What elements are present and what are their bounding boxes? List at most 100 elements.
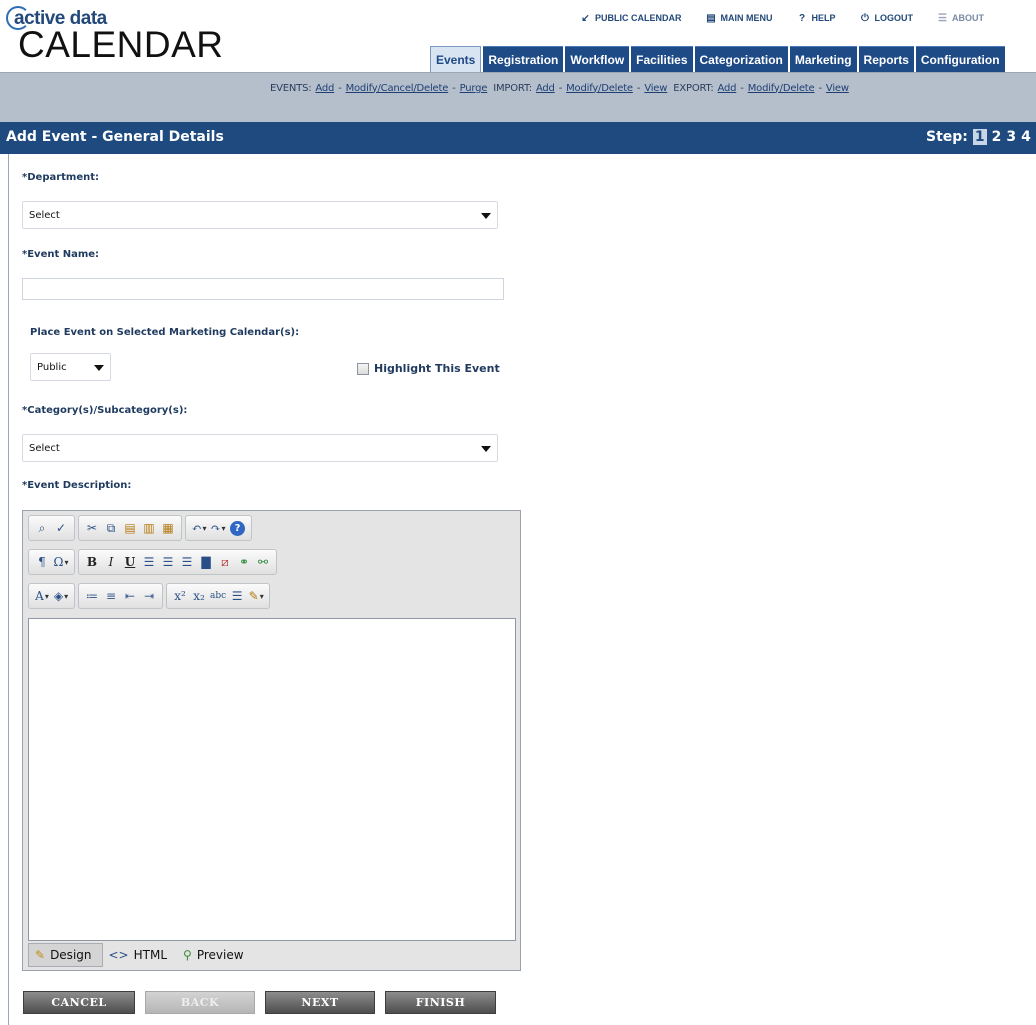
next-button[interactable]: NEXT <box>265 991 375 1014</box>
help-icon[interactable]: ? <box>230 520 245 536</box>
toolbar-group: ↶ ↷ ? <box>185 515 252 541</box>
highlight-color-icon[interactable]: ◈ <box>52 586 70 606</box>
toolbar-group: ≔ ≡ ⇤ ⇥ <box>78 583 163 609</box>
preview-mode-tab[interactable]: ⚲ Preview <box>177 943 254 967</box>
link-icon[interactable]: ⚭ <box>235 552 253 572</box>
indent-icon[interactable]: ⇥ <box>140 586 158 606</box>
subnav-links: EVENTS: Add - Modify/Cancel/Delete - Pur… <box>270 80 849 96</box>
bullet-list-icon[interactable]: ≡ <box>102 586 120 606</box>
redo-icon[interactable]: ↷ <box>209 518 227 538</box>
toolbar-group: ¶ Ω <box>28 549 75 575</box>
step-4[interactable]: 4 <box>1021 129 1031 145</box>
separator: - <box>818 82 822 94</box>
step-3[interactable]: 3 <box>1006 129 1016 145</box>
copy-icon[interactable]: ⧉ <box>102 518 120 538</box>
html-mode-tab[interactable]: <> HTML <box>103 943 178 967</box>
symbol-icon[interactable]: Ω <box>52 552 70 572</box>
highlight-event-checkbox[interactable]: Highlight This Event <box>357 362 500 375</box>
paste-word-icon[interactable]: ▦ <box>159 518 177 538</box>
import-view-link[interactable]: View <box>644 83 667 94</box>
tab-reports[interactable]: Reports <box>858 46 914 72</box>
export-modify-link[interactable]: Modify/Delete <box>748 83 815 94</box>
editor-content-area[interactable] <box>28 618 516 941</box>
tab-categorization[interactable]: Categorization <box>694 46 788 72</box>
toolbar-group: B I U ☰ ☰ ☰ ▇ ⧄ ⚭ ⚯ <box>78 549 277 575</box>
bold-icon[interactable]: B <box>83 552 101 572</box>
superscript-icon[interactable]: x² <box>171 586 189 606</box>
cut-icon[interactable]: ✂ <box>83 518 101 538</box>
justify-icon[interactable]: ▇ <box>197 552 215 572</box>
step-indicator: Step: 1 2 3 4 <box>926 129 1031 145</box>
undo-icon[interactable]: ↶ <box>190 518 208 538</box>
tab-marketing[interactable]: Marketing <box>789 46 857 72</box>
separator: - <box>558 82 563 94</box>
italic-icon[interactable]: I <box>102 552 120 572</box>
finish-button[interactable]: FINISH <box>385 991 496 1014</box>
logo-wordmark: CALENDAR <box>18 24 224 65</box>
outdent-icon[interactable]: ⇤ <box>121 586 139 606</box>
spellcheck-icon[interactable]: ✓ <box>52 518 70 538</box>
find-icon[interactable]: ⌕ <box>33 518 51 538</box>
public-calendar-link[interactable]: ↙ PUBLIC CALENDAR <box>580 12 681 24</box>
format-painter-icon[interactable]: ✎ <box>247 586 265 606</box>
strikethrough-icon[interactable]: abc <box>209 586 227 606</box>
paragraph-icon[interactable]: ¶ <box>33 552 51 572</box>
toolbar-group: x² x₂ abc ☰ ✎ <box>166 583 271 609</box>
import-modify-link[interactable]: Modify/Delete <box>566 83 633 94</box>
department-label: *Department: <box>22 172 100 183</box>
cancel-button[interactable]: CANCEL <box>23 991 135 1014</box>
import-add-link[interactable]: Add <box>536 83 555 94</box>
import-group-label: IMPORT: <box>493 82 532 94</box>
step-2[interactable]: 2 <box>992 129 1002 145</box>
event-name-input[interactable] <box>22 278 504 300</box>
checkbox-box[interactable] <box>357 362 369 375</box>
help-link[interactable]: ? HELP <box>797 13 836 24</box>
tab-configuration[interactable]: Configuration <box>915 46 1005 72</box>
menu-icon: ▤ <box>706 12 716 24</box>
step-label: Step: <box>926 129 968 145</box>
department-select[interactable]: Select <box>22 201 498 229</box>
events-group-label: EVENTS: <box>270 82 312 94</box>
export-group-label: EXPORT: <box>673 82 714 94</box>
export-view-link[interactable]: View <box>826 83 849 94</box>
font-color-icon[interactable]: A <box>33 586 51 606</box>
sub-navigation: EVENTS: Add - Modify/Cancel/Delete - Pur… <box>0 72 1036 122</box>
html-mode-label: HTML <box>133 948 168 962</box>
design-mode-tab[interactable]: ✎ Design <box>28 943 103 967</box>
events-add-link[interactable]: Add <box>315 83 334 94</box>
chevron-down-icon <box>481 213 491 219</box>
about-label: ABOUT <box>952 13 985 23</box>
step-1[interactable]: 1 <box>972 129 987 145</box>
events-purge-link[interactable]: Purge <box>460 83 488 94</box>
numbered-list-icon[interactable]: ≔ <box>83 586 101 606</box>
main-menu-label: MAIN MENU <box>720 13 773 23</box>
logout-icon: ⏻ <box>861 12 869 24</box>
align-left-icon[interactable]: ☰ <box>140 552 158 572</box>
events-modify-link[interactable]: Modify/Cancel/Delete <box>346 83 449 94</box>
align-right-icon[interactable]: ☰ <box>178 552 196 572</box>
magnifier-icon: ⚲ <box>183 948 192 962</box>
back-button[interactable]: BACK <box>145 991 255 1014</box>
underline-icon[interactable]: U <box>121 552 139 572</box>
separator: - <box>636 82 641 94</box>
logout-link[interactable]: ⏻ LOGOUT <box>860 12 913 24</box>
subscript-icon[interactable]: x₂ <box>190 586 208 606</box>
clear-format-icon[interactable]: ⧄ <box>216 552 234 572</box>
tab-workflow[interactable]: Workflow <box>565 46 630 72</box>
arrow-icon: ↙ <box>581 12 590 24</box>
about-link[interactable]: ☰ ABOUT <box>937 13 984 24</box>
marketing-calendar-value: Public <box>37 361 67 373</box>
tab-registration[interactable]: Registration <box>483 46 564 72</box>
category-select[interactable]: Select <box>22 434 498 462</box>
paste-text-icon[interactable]: ▥ <box>140 518 158 538</box>
export-add-link[interactable]: Add <box>718 83 737 94</box>
unlink-icon[interactable]: ⚯ <box>254 552 272 572</box>
category-label: *Category(s)/Subcategory(s): <box>22 405 188 416</box>
paste-icon[interactable]: ▤ <box>121 518 139 538</box>
tab-events[interactable]: Events <box>430 46 482 72</box>
tab-facilities[interactable]: Facilities <box>631 46 693 72</box>
horizontal-rule-icon[interactable]: ☰ <box>228 586 246 606</box>
marketing-calendar-select[interactable]: Public <box>30 353 111 381</box>
align-center-icon[interactable]: ☰ <box>159 552 177 572</box>
main-menu-link[interactable]: ▤ MAIN MENU <box>706 12 773 24</box>
